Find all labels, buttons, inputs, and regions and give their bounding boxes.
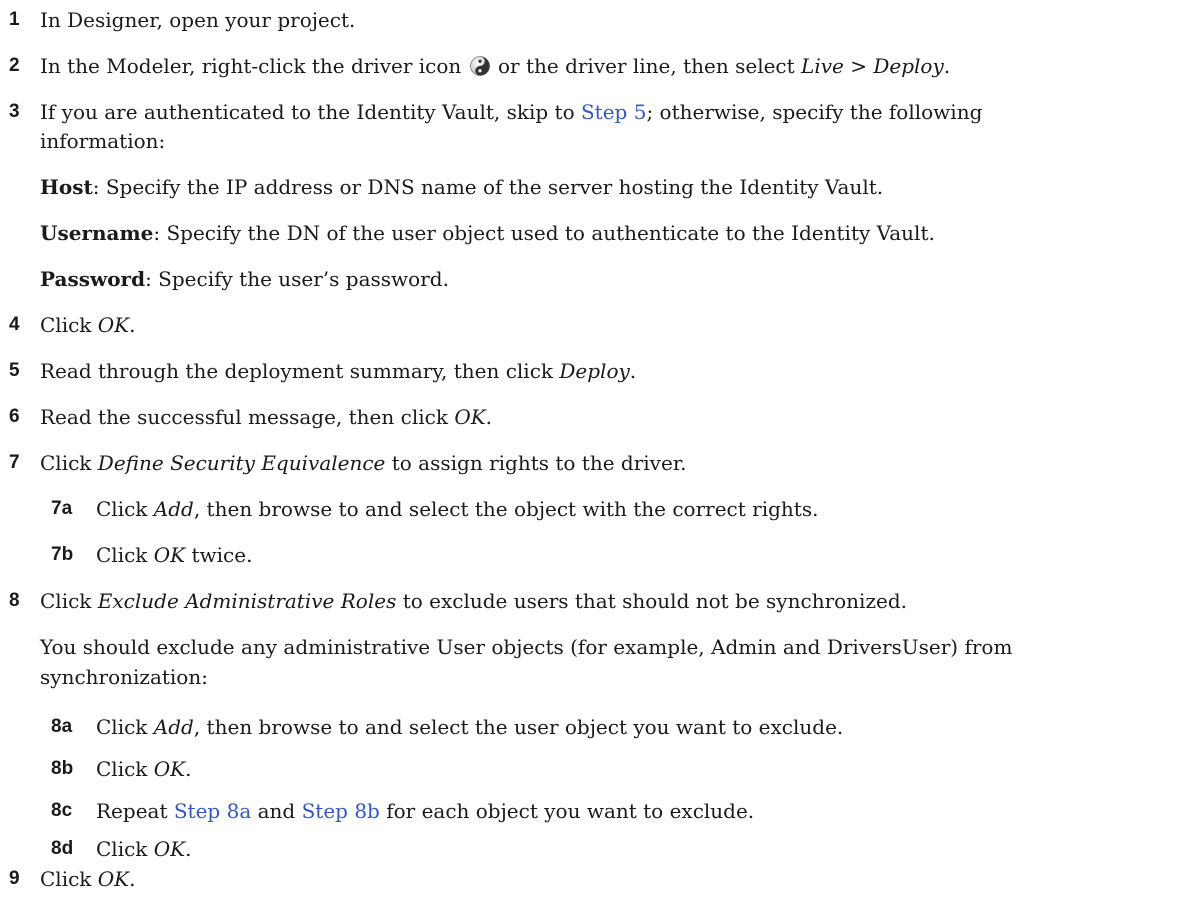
step-text-part: . [129,867,136,891]
step-text-part: information: [40,129,166,153]
step-text-part: . [629,359,637,383]
step-text-part: ; otherwise, specify the following [646,100,983,124]
field-label-host: Host [40,175,93,199]
step-text: Click OK. [96,836,191,862]
ui-term: OK [454,405,486,429]
ui-term: Define Security Equivalence [97,451,386,475]
step-text-part: twice. [191,543,253,567]
ui-term: Deploy [559,359,630,383]
step-text-part: Click [96,715,148,739]
yin-yang-driver-icon [469,56,490,76]
field-description: Password: Specify the user’s password. [40,266,449,292]
step-text: Click Exclude Administrative Roles to ex… [40,588,907,614]
field-text: : Specify the DN of the user object used… [153,221,935,245]
link-step-5[interactable]: Step 5 [581,100,646,124]
step-8-note: You should exclude any administrative Us… [40,635,1013,689]
field-label-username: Username [40,221,154,245]
step-text-part: to assign rights to the driver. [391,451,687,475]
step-text-part: for each object you want to exclude. [386,799,755,823]
ui-term: OK [153,837,186,861]
step-text-part: . [485,405,493,429]
menu-path-live: Live [801,54,844,78]
step-text-part: Click [96,837,148,861]
step-text: Click Define Security Equivalence to ass… [40,450,687,476]
step-number: 2 [9,55,20,76]
step-number: 6 [9,406,20,427]
step-text: Click OK. [40,866,135,892]
step-number: 5 [9,360,20,381]
step-text-part: . [943,54,951,78]
step-text-part: Click [96,543,148,567]
step-number: 8b [51,758,74,779]
step-text: In Designer, open your project. [40,8,356,32]
step-text-part: . [129,313,136,337]
step-number: 8c [51,800,73,821]
step-text-part: Click [96,757,148,781]
step-text-part: Read the successful message, then click [40,405,448,429]
step-number: 9 [9,868,20,889]
ui-term: OK [97,313,130,337]
step-number: 1 [9,9,20,30]
menu-separator: > [850,54,867,78]
ui-term: OK [153,757,186,781]
ui-term: Add [153,715,194,739]
step-text: Click OK. [40,312,135,338]
step-text: In the Modeler, right-click the driver i… [40,53,950,79]
step-text: Click OK. [96,756,191,782]
step-text-part: Click [40,589,92,613]
step-text-part: If you are authenticated to the Identity… [40,100,575,124]
step-text: Click Add, then browse to and select the… [96,714,843,740]
step-text-part: . [185,837,192,861]
ui-term: OK [97,867,130,891]
step-number: 3 [9,101,20,122]
step-number: 7a [51,498,73,519]
field-text: : Specify the IP address or DNS name of … [92,175,884,199]
step-text-part: Repeat [96,799,168,823]
step-text-part: , then browse to and select the user obj… [193,715,844,739]
ui-term: Add [153,497,194,521]
field-description: Host: Specify the IP address or DNS name… [40,174,883,200]
menu-path-deploy: Deploy [873,54,944,78]
step-number: 8 [9,590,20,611]
step-number: 7b [51,544,74,565]
step-text-part: Read through the deployment summary, the… [40,359,554,383]
step-text: If you are authenticated to the Identity… [40,99,982,125]
step-text-part: Click [40,451,92,475]
step-text: Click Add, then browse to and select the… [96,496,818,522]
step-number: 4 [9,314,20,335]
step-text-part: , then browse to and select the object w… [193,497,819,521]
step-text-part: Click [40,313,92,337]
step-text: Read the successful message, then click … [40,404,492,430]
link-step-8b[interactable]: Step 8b [302,799,380,823]
step-text: Repeat Step 8a and Step 8b for each obje… [96,798,754,824]
step-number: 8d [51,838,74,859]
step-text-part: In the Modeler, right-click the driver i… [40,54,462,78]
step-text-part: . [185,757,192,781]
field-label-password: Password [40,267,146,291]
step-text-part: and [257,799,296,823]
field-text: : Specify the user’s password. [145,267,449,291]
step-number: 8a [51,716,73,737]
field-description: Username: Specify the DN of the user obj… [40,220,935,246]
step-text-part: Click [96,497,148,521]
step-number: 7 [9,452,20,473]
step-text-part: or the driver line, then select [498,54,795,78]
step-text-part: to exclude users that should not be sync… [402,589,907,613]
ui-term: Exclude Administrative Roles [97,589,397,613]
link-step-8a[interactable]: Step 8a [174,799,251,823]
step-text: Click OK twice. [96,542,252,568]
ui-term: OK [153,543,186,567]
step-text-part: Click [40,867,92,891]
step-text: Read through the deployment summary, the… [40,358,636,384]
